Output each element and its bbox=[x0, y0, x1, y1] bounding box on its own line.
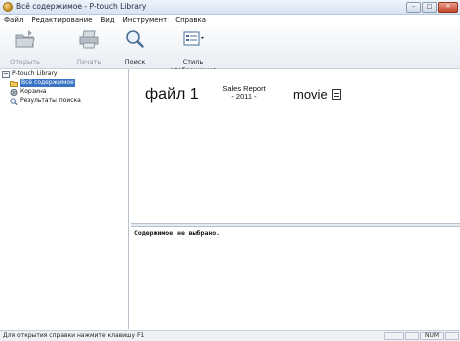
content-thumbnails: файл 1 Sales Report - 2011 - movie bbox=[131, 69, 460, 223]
open-label: Открыть bbox=[10, 58, 40, 66]
trash-icon bbox=[10, 88, 18, 96]
menu-help[interactable]: Справка bbox=[175, 15, 206, 25]
tree-item-trash[interactable]: Корзина bbox=[10, 88, 46, 96]
view-style-button[interactable]: Стиль отображения bbox=[160, 28, 226, 74]
no-selection-message: Содержимое не выбрано. bbox=[134, 229, 221, 237]
title-bar: Всё содержимое - P-touch Library – □ ✕ bbox=[0, 0, 460, 15]
menu-view[interactable]: Вид bbox=[100, 15, 114, 25]
magnifier-icon bbox=[126, 30, 144, 48]
sales-report-year: - 2011 - bbox=[231, 92, 257, 101]
library-tree: P-touch Library Всё содержимое Корзина Р… bbox=[0, 69, 129, 329]
tree-item-label: Корзина bbox=[20, 88, 47, 95]
printer-icon bbox=[79, 30, 99, 49]
print-button[interactable]: Печать bbox=[72, 28, 106, 66]
menu-bar: Файл Редактирование Вид Инструмент Справ… bbox=[0, 15, 460, 25]
status-bar: Для открытия справки нажмите клавишу F1 … bbox=[0, 330, 460, 341]
tree-root-label: P-touch Library bbox=[12, 70, 58, 77]
search-label: Поиск bbox=[124, 58, 146, 66]
window-title: Всё содержимое - P-touch Library bbox=[16, 2, 147, 11]
toolbar: Открыть Печать Поиск Стиль отображения bbox=[0, 26, 460, 74]
library-icon bbox=[2, 70, 10, 78]
print-label: Печать bbox=[76, 58, 102, 66]
status-cell-scrl bbox=[445, 332, 459, 340]
maximize-button[interactable]: □ bbox=[422, 2, 437, 13]
app-icon bbox=[3, 2, 13, 12]
folder-icon bbox=[10, 80, 18, 87]
open-button[interactable]: Открыть bbox=[8, 28, 42, 66]
status-cell-blank bbox=[405, 332, 419, 340]
thumbnail-file1[interactable]: файл 1 bbox=[145, 86, 199, 104]
tree-item-all-content[interactable]: Всё содержимое bbox=[10, 79, 75, 87]
close-button[interactable]: ✕ bbox=[438, 2, 458, 13]
menu-file[interactable]: Файл bbox=[4, 15, 23, 25]
menu-tools[interactable]: Инструмент bbox=[123, 15, 168, 25]
film-icon bbox=[331, 89, 341, 100]
tree-item-label: Результаты поиска bbox=[20, 97, 81, 104]
movie-label: movie bbox=[293, 87, 328, 102]
menu-edit[interactable]: Редактирование bbox=[31, 15, 92, 25]
details-pane: Содержимое не выбрано. bbox=[131, 227, 460, 329]
open-folder-icon bbox=[15, 30, 35, 48]
status-num: NUM bbox=[420, 332, 444, 340]
window-controls: – □ ✕ bbox=[406, 2, 458, 13]
search-button[interactable]: Поиск bbox=[122, 28, 148, 66]
thumbnail-sales-report[interactable]: Sales Report - 2011 - bbox=[218, 85, 270, 101]
minimize-button[interactable]: – bbox=[406, 2, 421, 13]
tree-item-search-results[interactable]: Результаты поиска bbox=[10, 97, 81, 105]
search-results-icon bbox=[10, 97, 18, 105]
status-cell-caps bbox=[384, 332, 404, 340]
tree-item-label: Всё содержимое bbox=[20, 79, 75, 87]
view-style-icon bbox=[183, 31, 204, 46]
thumbnail-movie[interactable]: movie bbox=[293, 87, 341, 102]
tree-root[interactable]: P-touch Library bbox=[2, 70, 57, 78]
